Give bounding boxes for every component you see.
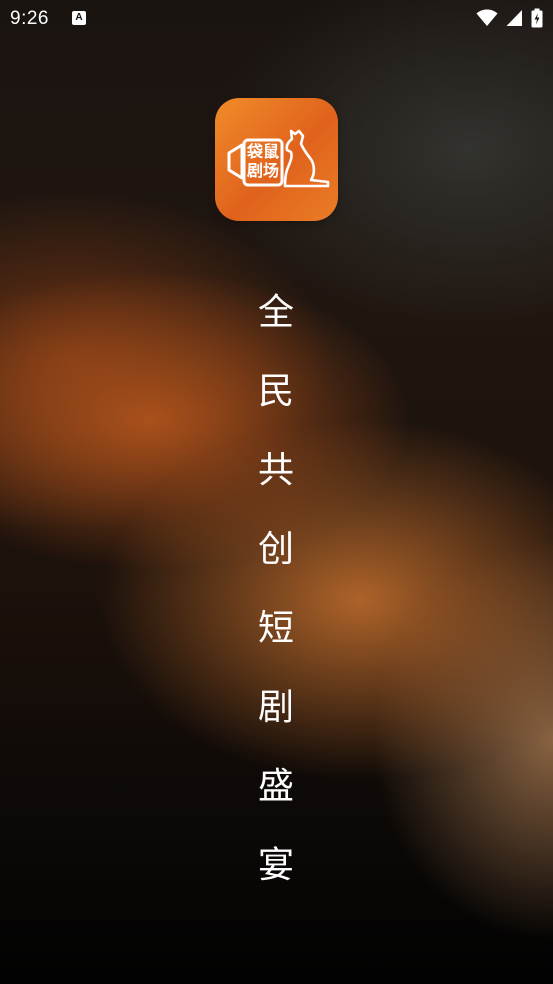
a-letter-icon: A (72, 11, 86, 25)
cellular-signal-icon (506, 10, 522, 26)
slogan-char-3: 共 (257, 450, 294, 491)
slogan-char-5: 短 (257, 608, 294, 649)
logo-char-3: 剧 (247, 161, 264, 180)
splash-screen: 9:26 A 袋 鼠 剧 场 全 民 共 创 短 剧 盛 宴 (0, 0, 553, 984)
status-bar: 9:26 A (0, 0, 553, 38)
logo-char-4: 场 (263, 161, 280, 180)
slogan-char-1: 全 (257, 292, 294, 333)
battery-charging-icon (531, 8, 543, 28)
logo-char-2: 鼠 (263, 142, 280, 161)
logo-char-1: 袋 (247, 142, 264, 161)
status-time: 9:26 (10, 8, 49, 29)
slogan-char-6: 剧 (257, 687, 294, 728)
slogan-char-8: 宴 (257, 845, 294, 886)
wifi-icon (476, 9, 498, 26)
app-logo: 袋 鼠 剧 场 (215, 98, 338, 221)
status-icons (476, 8, 543, 28)
slogan-char-7: 盛 (257, 766, 294, 807)
slogan-char-4: 创 (257, 529, 294, 570)
slogan-char-2: 民 (257, 371, 294, 412)
slogan: 全 民 共 创 短 剧 盛 宴 (236, 286, 316, 918)
